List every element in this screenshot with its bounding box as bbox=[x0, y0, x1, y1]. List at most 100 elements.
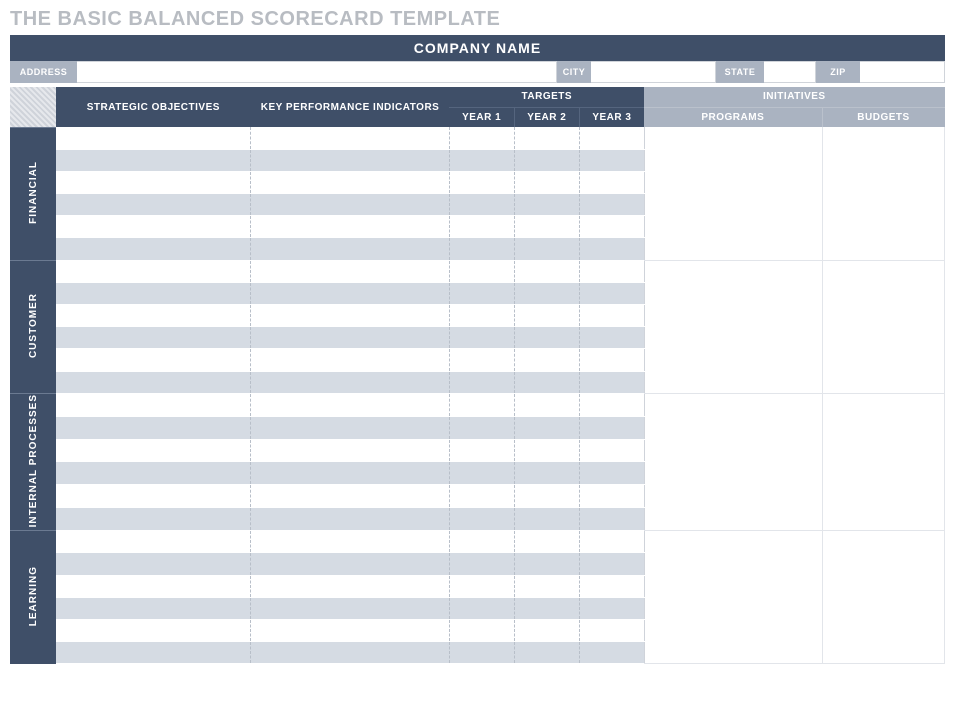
kpi-cell[interactable] bbox=[251, 575, 450, 597]
objective-cell[interactable] bbox=[56, 327, 251, 349]
year2-cell[interactable] bbox=[514, 531, 579, 553]
year2-cell[interactable] bbox=[514, 238, 579, 260]
kpi-cell[interactable] bbox=[251, 282, 450, 304]
year2-cell[interactable] bbox=[514, 149, 579, 171]
year1-cell[interactable] bbox=[449, 462, 514, 485]
kpi-cell[interactable] bbox=[251, 553, 450, 575]
year2-cell[interactable] bbox=[514, 393, 579, 416]
objective-cell[interactable] bbox=[56, 216, 251, 238]
year3-cell[interactable] bbox=[579, 393, 644, 416]
year1-cell[interactable] bbox=[449, 238, 514, 260]
kpi-cell[interactable] bbox=[251, 439, 450, 462]
year3-cell[interactable] bbox=[579, 260, 644, 282]
year1-cell[interactable] bbox=[449, 216, 514, 238]
year1-cell[interactable] bbox=[449, 282, 514, 304]
year3-cell[interactable] bbox=[579, 553, 644, 575]
objective-cell[interactable] bbox=[56, 553, 251, 575]
programs-cell[interactable] bbox=[644, 260, 822, 393]
year2-cell[interactable] bbox=[514, 327, 579, 349]
year3-cell[interactable] bbox=[579, 171, 644, 193]
year2-cell[interactable] bbox=[514, 371, 579, 393]
year2-cell[interactable] bbox=[514, 305, 579, 327]
year2-cell[interactable] bbox=[514, 127, 579, 149]
year1-cell[interactable] bbox=[449, 260, 514, 282]
year3-cell[interactable] bbox=[579, 416, 644, 439]
year1-cell[interactable] bbox=[449, 575, 514, 597]
state-input[interactable] bbox=[764, 61, 816, 83]
objective-cell[interactable] bbox=[56, 508, 251, 531]
year2-cell[interactable] bbox=[514, 171, 579, 193]
year3-cell[interactable] bbox=[579, 462, 644, 485]
kpi-cell[interactable] bbox=[251, 393, 450, 416]
year1-cell[interactable] bbox=[449, 619, 514, 641]
year1-cell[interactable] bbox=[449, 349, 514, 371]
objective-cell[interactable] bbox=[56, 642, 251, 664]
year3-cell[interactable] bbox=[579, 597, 644, 619]
kpi-cell[interactable] bbox=[251, 371, 450, 393]
year1-cell[interactable] bbox=[449, 553, 514, 575]
year3-cell[interactable] bbox=[579, 127, 644, 149]
city-input[interactable] bbox=[591, 61, 716, 83]
objective-cell[interactable] bbox=[56, 238, 251, 260]
year2-cell[interactable] bbox=[514, 282, 579, 304]
year1-cell[interactable] bbox=[449, 531, 514, 553]
objective-cell[interactable] bbox=[56, 305, 251, 327]
year1-cell[interactable] bbox=[449, 194, 514, 216]
objective-cell[interactable] bbox=[56, 597, 251, 619]
year2-cell[interactable] bbox=[514, 439, 579, 462]
year2-cell[interactable] bbox=[514, 462, 579, 485]
objective-cell[interactable] bbox=[56, 619, 251, 641]
kpi-cell[interactable] bbox=[251, 485, 450, 508]
objective-cell[interactable] bbox=[56, 127, 251, 149]
kpi-cell[interactable] bbox=[251, 238, 450, 260]
objective-cell[interactable] bbox=[56, 149, 251, 171]
year2-cell[interactable] bbox=[514, 260, 579, 282]
year1-cell[interactable] bbox=[449, 439, 514, 462]
year3-cell[interactable] bbox=[579, 327, 644, 349]
year1-cell[interactable] bbox=[449, 485, 514, 508]
year1-cell[interactable] bbox=[449, 597, 514, 619]
year2-cell[interactable] bbox=[514, 216, 579, 238]
year1-cell[interactable] bbox=[449, 171, 514, 193]
kpi-cell[interactable] bbox=[251, 194, 450, 216]
year1-cell[interactable] bbox=[449, 508, 514, 531]
objective-cell[interactable] bbox=[56, 531, 251, 553]
year1-cell[interactable] bbox=[449, 642, 514, 664]
year3-cell[interactable] bbox=[579, 575, 644, 597]
year2-cell[interactable] bbox=[514, 485, 579, 508]
year3-cell[interactable] bbox=[579, 238, 644, 260]
kpi-cell[interactable] bbox=[251, 597, 450, 619]
objective-cell[interactable] bbox=[56, 416, 251, 439]
year2-cell[interactable] bbox=[514, 642, 579, 664]
objective-cell[interactable] bbox=[56, 349, 251, 371]
year2-cell[interactable] bbox=[514, 194, 579, 216]
year3-cell[interactable] bbox=[579, 642, 644, 664]
programs-cell[interactable] bbox=[644, 127, 822, 260]
objective-cell[interactable] bbox=[56, 462, 251, 485]
year3-cell[interactable] bbox=[579, 619, 644, 641]
year3-cell[interactable] bbox=[579, 349, 644, 371]
year3-cell[interactable] bbox=[579, 194, 644, 216]
kpi-cell[interactable] bbox=[251, 127, 450, 149]
year3-cell[interactable] bbox=[579, 508, 644, 531]
year1-cell[interactable] bbox=[449, 371, 514, 393]
kpi-cell[interactable] bbox=[251, 149, 450, 171]
year3-cell[interactable] bbox=[579, 216, 644, 238]
year3-cell[interactable] bbox=[579, 531, 644, 553]
objective-cell[interactable] bbox=[56, 439, 251, 462]
address-input[interactable] bbox=[77, 61, 557, 83]
kpi-cell[interactable] bbox=[251, 642, 450, 664]
year3-cell[interactable] bbox=[579, 149, 644, 171]
year2-cell[interactable] bbox=[514, 349, 579, 371]
kpi-cell[interactable] bbox=[251, 349, 450, 371]
year2-cell[interactable] bbox=[514, 553, 579, 575]
programs-cell[interactable] bbox=[644, 393, 822, 530]
budgets-cell[interactable] bbox=[822, 531, 945, 664]
zip-input[interactable] bbox=[860, 61, 945, 83]
objective-cell[interactable] bbox=[56, 485, 251, 508]
kpi-cell[interactable] bbox=[251, 327, 450, 349]
year3-cell[interactable] bbox=[579, 282, 644, 304]
objective-cell[interactable] bbox=[56, 575, 251, 597]
objective-cell[interactable] bbox=[56, 194, 251, 216]
objective-cell[interactable] bbox=[56, 260, 251, 282]
